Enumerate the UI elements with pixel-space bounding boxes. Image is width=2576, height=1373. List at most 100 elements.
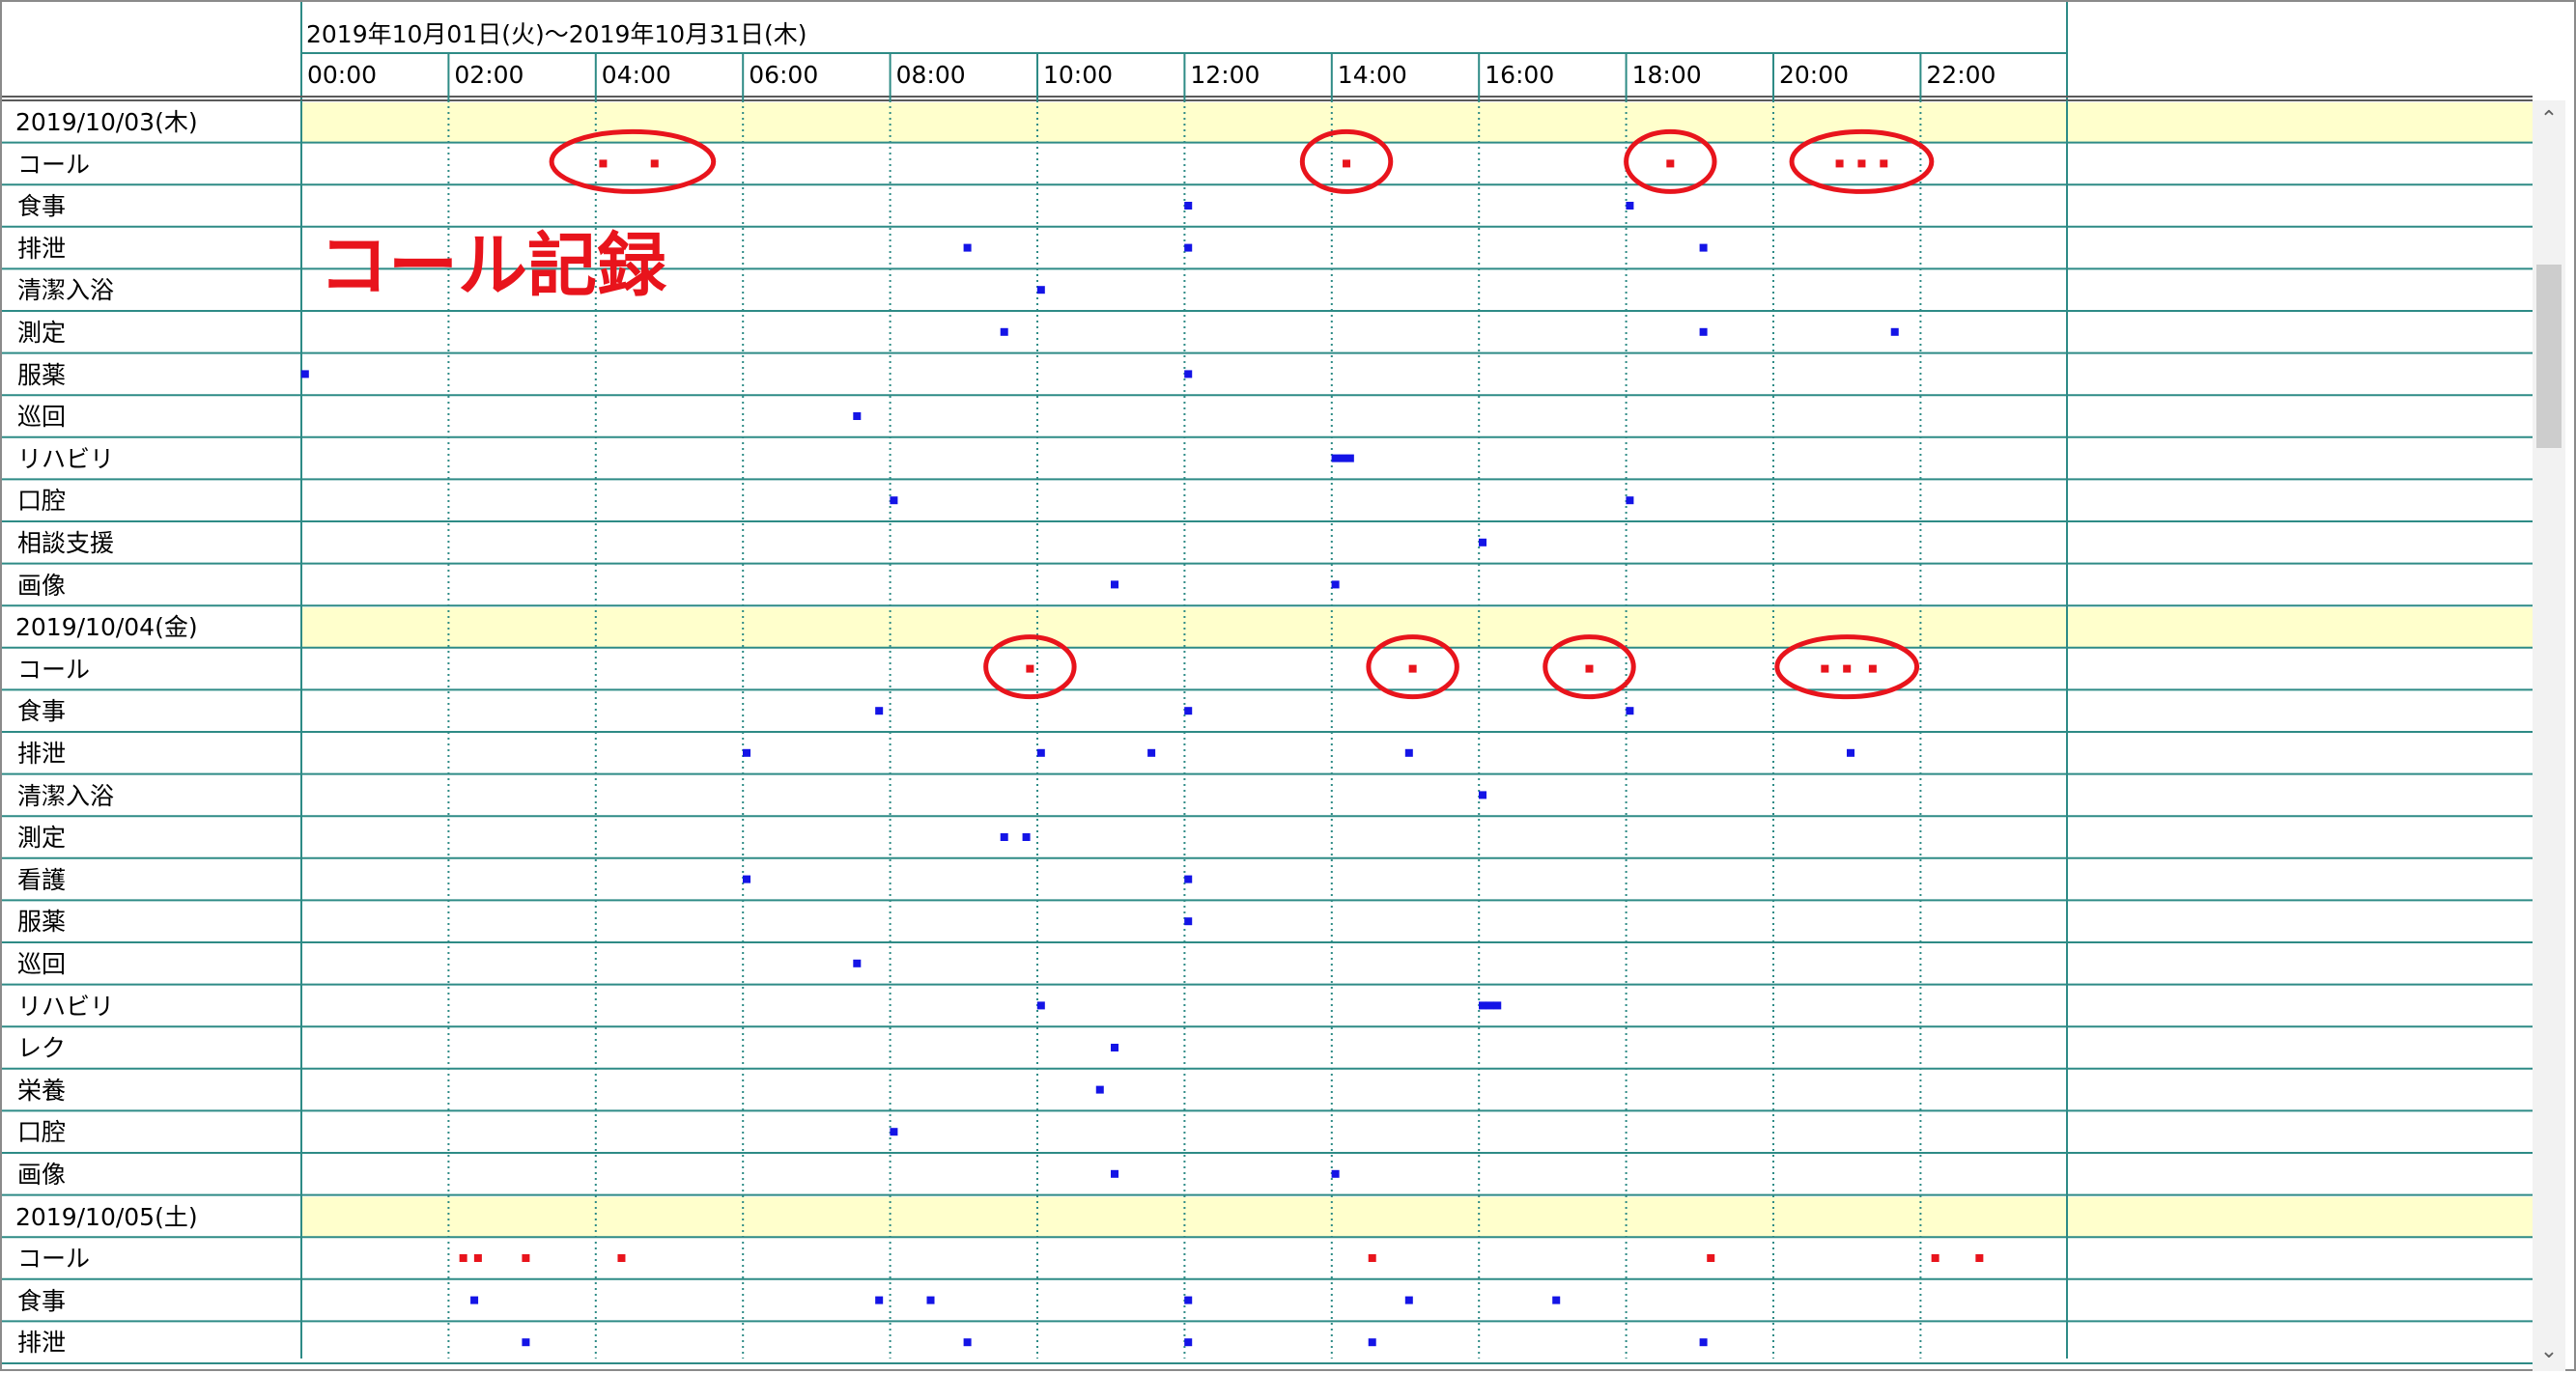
event-marker [1184, 875, 1193, 883]
event-marker [1699, 243, 1708, 252]
hour-label: 18:00 [1631, 61, 1702, 89]
category-label: コール [17, 655, 91, 684]
day-header-label: 2019/10/04(金) [15, 613, 198, 642]
event-marker [1000, 327, 1008, 336]
event-marker [1022, 833, 1031, 841]
category-label: 測定 [17, 319, 67, 347]
hour-label: 10:00 [1043, 61, 1114, 89]
category-label: 食事 [17, 697, 67, 726]
event-marker [1868, 664, 1877, 673]
hour-label: 04:00 [601, 61, 671, 89]
call-record-annotation: コール記録 [319, 225, 667, 306]
event-marker [875, 1296, 884, 1304]
event-marker [1404, 1296, 1413, 1304]
event-marker [1111, 1044, 1119, 1051]
vertical-scrollbar[interactable]: ⌃ ⌄ [2533, 100, 2565, 1371]
event-marker [1184, 1296, 1193, 1304]
category-label: 相談支援 [17, 529, 115, 557]
event-marker [1147, 748, 1156, 757]
day-band [301, 1196, 2533, 1238]
hour-label: 16:00 [1485, 61, 1555, 89]
event-marker [1666, 159, 1675, 168]
event-marker [1552, 1296, 1561, 1304]
hour-label: 20:00 [1779, 61, 1850, 89]
event-marker [1095, 1085, 1104, 1094]
day-header-label: 2019/10/03(木) [15, 108, 198, 136]
event-marker [1111, 1169, 1119, 1178]
hour-label: 14:00 [1337, 61, 1407, 89]
event-marker [1111, 580, 1119, 589]
category-label: 測定 [17, 824, 67, 853]
event-marker [1036, 1001, 1045, 1010]
event-marker [1847, 748, 1855, 757]
event-marker [1626, 496, 1634, 505]
category-label: 看護 [17, 865, 67, 894]
event-marker [1626, 202, 1634, 210]
event-marker [963, 243, 972, 252]
timeline-grid [2, 2, 2533, 1364]
category-label: リハビリ [17, 992, 115, 1021]
event-marker [1493, 1001, 1502, 1010]
category-label: 巡回 [17, 403, 67, 432]
event-marker [459, 1254, 467, 1262]
event-marker [890, 496, 898, 505]
event-marker [1036, 286, 1045, 294]
category-label: 口腔 [17, 1118, 67, 1147]
category-label: 栄養 [17, 1076, 67, 1105]
event-marker [875, 707, 884, 715]
category-label: 画像 [17, 571, 67, 600]
date-range-label: 2019年10月01日(火)～2019年10月31日(木) [306, 20, 807, 48]
event-marker [890, 1128, 898, 1136]
timeline-window: 2019年10月01日(火)～2019年10月31日(木) 00:00 02:00… [0, 0, 2576, 1371]
event-marker [1408, 664, 1417, 673]
scroll-up-icon[interactable]: ⌃ [2533, 100, 2565, 139]
event-marker [1699, 1338, 1708, 1347]
event-marker [1931, 1254, 1939, 1262]
event-marker [1479, 1001, 1487, 1010]
event-marker [1857, 159, 1866, 168]
category-label: 服薬 [17, 360, 67, 389]
category-label: レク [17, 1034, 67, 1063]
event-marker [599, 159, 608, 168]
hour-label: 02:00 [454, 61, 524, 89]
hour-label: 22:00 [1926, 61, 1996, 89]
day-band [301, 102, 2533, 143]
event-marker [1184, 1338, 1193, 1347]
event-marker [1184, 707, 1193, 715]
event-marker [1890, 327, 1899, 336]
event-marker [1184, 202, 1193, 210]
event-marker [1707, 1254, 1715, 1262]
event-marker [470, 1296, 479, 1304]
scroll-down-icon[interactable]: ⌄ [2533, 1332, 2565, 1371]
event-marker [1585, 664, 1594, 673]
event-marker [963, 1338, 972, 1347]
category-label: 排泄 [17, 1329, 67, 1358]
event-marker [1404, 748, 1413, 757]
category-label: コール [17, 150, 91, 179]
category-label: 食事 [17, 192, 67, 221]
event-marker [1184, 243, 1193, 252]
hour-label: 12:00 [1190, 61, 1260, 89]
category-label: 食事 [17, 1286, 67, 1315]
category-label: 巡回 [17, 950, 67, 978]
event-marker [1184, 370, 1193, 378]
category-label: コール [17, 1245, 91, 1274]
scrollbar-thumb[interactable] [2536, 265, 2562, 448]
category-label: リハビリ [17, 444, 115, 473]
event-marker [926, 1296, 935, 1304]
event-marker [1479, 538, 1487, 546]
category-label: 清潔入浴 [17, 276, 115, 305]
event-marker [1368, 1254, 1376, 1262]
event-marker [1331, 580, 1340, 589]
event-marker [1835, 159, 1844, 168]
event-marker [522, 1254, 530, 1262]
category-label: 口腔 [17, 487, 67, 516]
event-marker [743, 875, 751, 883]
event-marker [650, 159, 659, 168]
day-header-label: 2019/10/05(土) [15, 1202, 198, 1231]
event-marker [1479, 791, 1487, 799]
event-marker [1345, 454, 1354, 462]
event-marker [1036, 748, 1045, 757]
event-marker [1343, 159, 1351, 168]
event-marker [1626, 707, 1634, 715]
